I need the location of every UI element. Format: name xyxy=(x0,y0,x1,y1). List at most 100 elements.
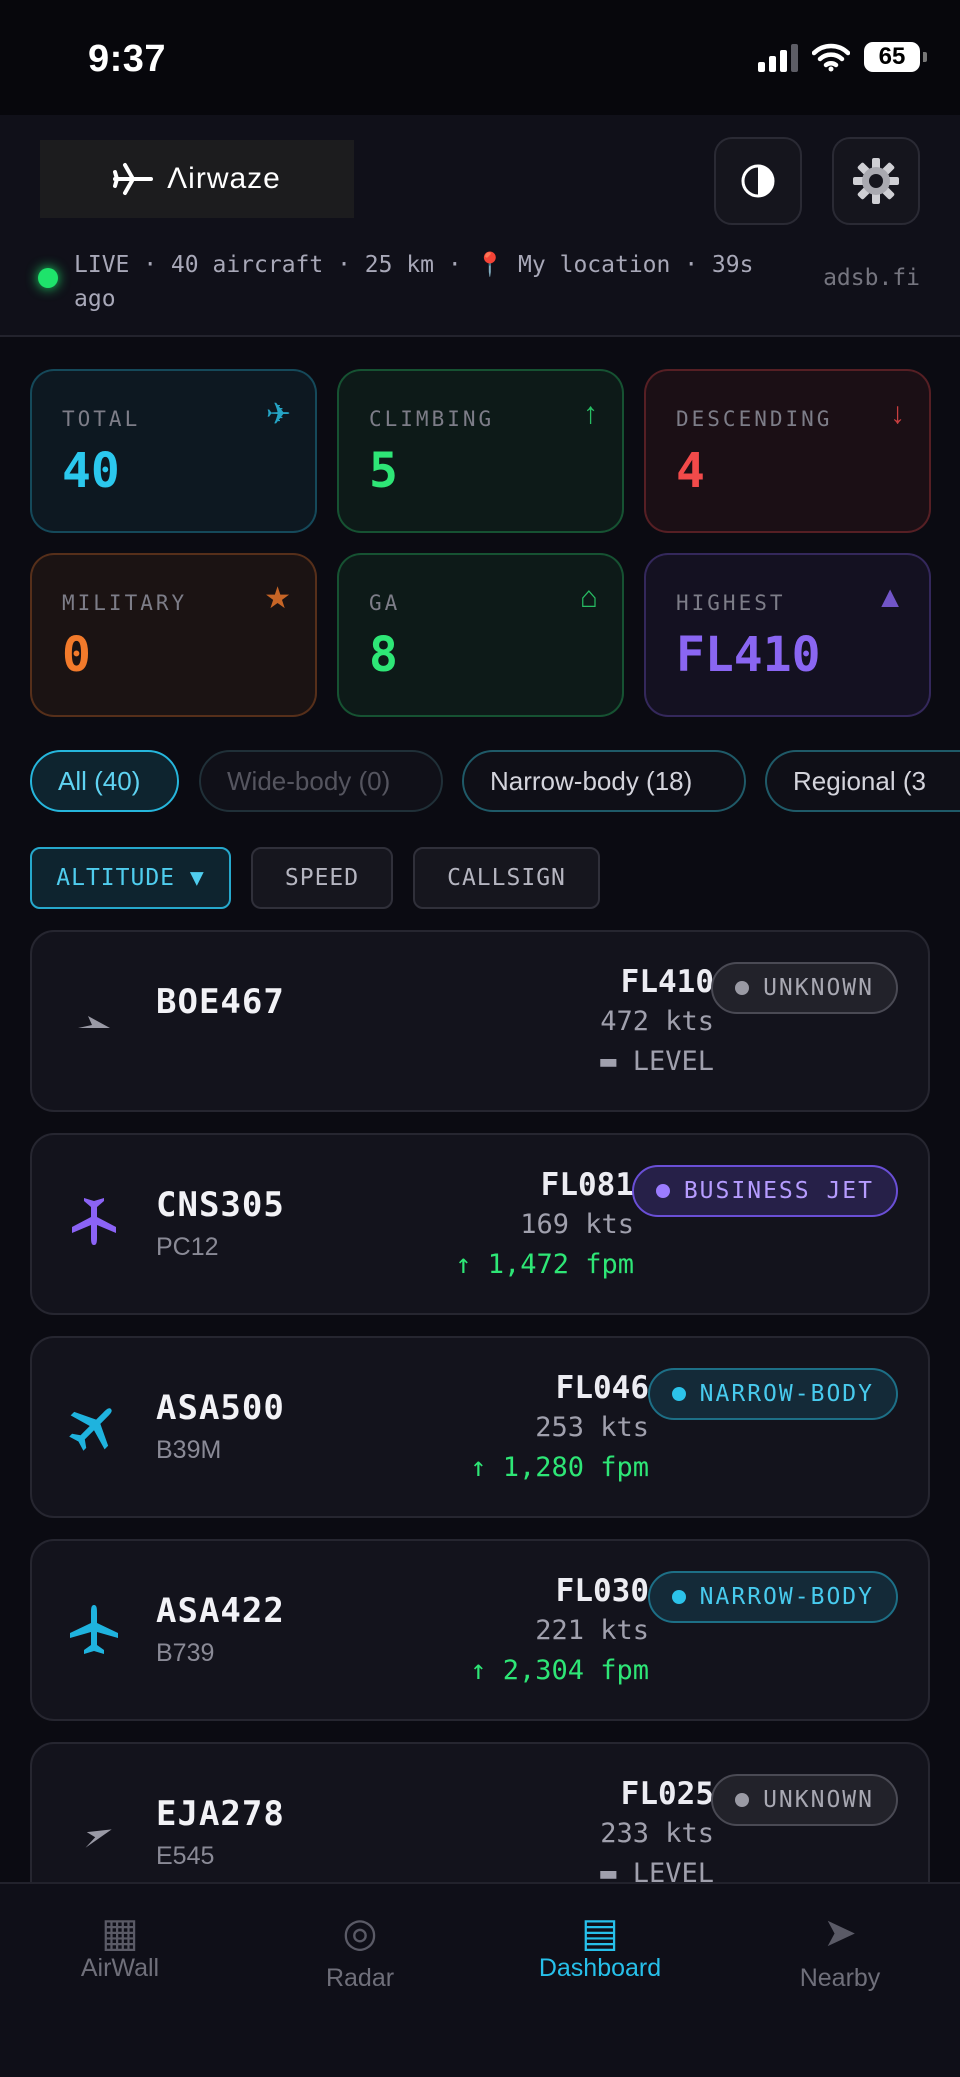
filter-chip-2[interactable]: Wide-body (0) xyxy=(199,750,443,812)
flight-stats: FL046 253 kts ↑ 1,280 fpm xyxy=(470,1368,649,1488)
aircraft-card[interactable]: BOE467 FL410 472 kts ▬ LEVEL UNKNOWN xyxy=(30,930,930,1112)
live-status: LIVE · 40 aircraft · 25 km · 📍 My locati… xyxy=(38,248,758,316)
ground-speed: 169 kts xyxy=(520,1209,634,1240)
sort-button-1[interactable]: ALTITUDE ▼ xyxy=(30,847,231,909)
callsign: CNS305 xyxy=(156,1185,285,1225)
stat-label: CLIMBING xyxy=(369,407,495,431)
aircraft-type: B739 xyxy=(156,1639,215,1667)
badge-label: NARROW-BODY xyxy=(699,1381,874,1407)
radar-icon: ◎ xyxy=(342,1911,378,1955)
arrow-up-icon: ↑ xyxy=(583,397,598,430)
vertical-speed: ↑ 1,280 fpm xyxy=(470,1452,649,1483)
stat-value: 8 xyxy=(369,627,398,683)
stat-label: MILITARY xyxy=(62,591,188,615)
vertical-speed: ▬ LEVEL xyxy=(600,1046,714,1077)
status-bar: 9:37 65 xyxy=(0,0,960,115)
stat-label: TOTAL xyxy=(62,407,141,431)
wifi-icon xyxy=(812,43,850,72)
sort-button-3[interactable]: CALLSIGN xyxy=(413,847,600,909)
settings-button[interactable] xyxy=(832,137,920,225)
filter-chip-3[interactable]: Narrow-body (18) xyxy=(462,750,746,812)
stat-card-military[interactable]: MILITARY 0 ★ xyxy=(30,553,317,717)
battery-icon: 65 xyxy=(864,42,927,72)
badge-label: UNKNOWN xyxy=(763,975,874,1001)
filter-chip-4[interactable]: Regional (3 xyxy=(765,750,960,812)
stat-card-highest[interactable]: HIGHEST FL410 ▲ xyxy=(644,553,931,717)
ground-speed: 472 kts xyxy=(600,1006,714,1037)
aircraft-card[interactable]: CNS305 PC12 FL081 169 kts ↑ 1,472 fpm BUSINES… xyxy=(30,1133,930,1315)
status-time: 9:37 xyxy=(88,38,167,80)
stat-card-total[interactable]: TOTAL 40 ✈ xyxy=(30,369,317,533)
live-indicator xyxy=(38,268,58,288)
theme-toggle-button[interactable] xyxy=(714,137,802,225)
flight-stats: FL030 221 kts ↑ 2,304 fpm xyxy=(470,1571,649,1691)
badge-dot xyxy=(735,1793,750,1807)
tab-nearby[interactable]: ➤ Nearby xyxy=(720,1884,960,2034)
stat-value: 5 xyxy=(369,443,398,499)
aircraft-list[interactable]: BOE467 FL410 472 kts ▬ LEVEL UNKNOWN CNS305 PC… xyxy=(0,930,960,1882)
badge-label: BUSINESS JET xyxy=(683,1178,874,1204)
tab-dashboard[interactable]: ▤ Dashboard xyxy=(480,1884,720,2034)
aircraft-type: E545 xyxy=(156,1842,215,1870)
flight-level: FL046 xyxy=(555,1370,649,1406)
stat-value: 4 xyxy=(676,443,705,499)
arrow-icon xyxy=(66,992,122,1048)
data-source[interactable]: adsb.fi xyxy=(823,265,920,291)
flight-stats: FL410 472 kts ▬ LEVEL xyxy=(600,962,714,1082)
stat-card-ga[interactable]: GA 8 ⌂ xyxy=(337,553,624,717)
aircraft-type: PC12 xyxy=(156,1233,219,1261)
vertical-speed: ▬ LEVEL xyxy=(600,1858,714,1882)
stat-label: DESCENDING xyxy=(676,407,833,431)
category-badge: NARROW-BODY xyxy=(647,1368,898,1420)
aircraft-card[interactable]: ASA422 B739 FL030 221 kts ↑ 2,304 fpm NARROW-… xyxy=(30,1539,930,1721)
tab-bar: ▦ AirWall ◎ Radar ▤ Dashboard ➤ Nearby xyxy=(0,1882,960,2077)
badge-dot xyxy=(671,1590,686,1604)
flight-level: FL081 xyxy=(540,1167,634,1203)
ground-speed: 221 kts xyxy=(535,1615,649,1646)
arrow-down-icon: ↓ xyxy=(890,397,905,430)
filter-chip-1[interactable]: All (40) xyxy=(30,750,179,812)
category-badge: BUSINESS JET xyxy=(631,1165,898,1217)
ground-speed: 233 kts xyxy=(600,1818,714,1849)
badge-dot xyxy=(735,981,750,995)
app-logo[interactable]: Λirwaze xyxy=(40,140,354,218)
tab-label: Nearby xyxy=(799,1964,881,1992)
stat-label: HIGHEST xyxy=(676,591,786,615)
category-badge: UNKNOWN xyxy=(711,962,898,1014)
tab-radar[interactable]: ◎ Radar xyxy=(240,1884,480,2034)
arrow-icon xyxy=(66,1804,122,1860)
tab-label: AirWall xyxy=(80,1954,160,1982)
vertical-speed: ↑ 1,472 fpm xyxy=(455,1249,634,1280)
app-header: Λirwaze LIVE · 40 aircraft · 25 km · 📍 M… xyxy=(0,115,960,337)
tab-label: Radar xyxy=(325,1964,395,1992)
stat-card-climbing[interactable]: CLIMBING 5 ↑ xyxy=(337,369,624,533)
callsign: BOE467 xyxy=(156,982,285,1022)
stat-value: 0 xyxy=(62,627,91,683)
half-circle-icon xyxy=(741,164,775,198)
wall-grid-icon: ▦ xyxy=(101,1911,139,1955)
flight-level: FL030 xyxy=(555,1573,649,1609)
sort-button-2[interactable]: SPEED xyxy=(251,847,393,909)
badge-label: UNKNOWN xyxy=(763,1787,874,1813)
callsign: ASA500 xyxy=(156,1388,285,1428)
airliner-icon xyxy=(66,1398,122,1454)
aircraft-card[interactable]: EJA278 E545 FL025 233 kts ▬ LEVEL UNKNOWN xyxy=(30,1742,930,1882)
status-indicators: 65 xyxy=(758,42,927,72)
live-status-text: LIVE · 40 aircraft · 25 km · 📍 My locati… xyxy=(74,252,754,312)
badge-label: NARROW-BODY xyxy=(699,1584,874,1610)
tab-airwall[interactable]: ▦ AirWall xyxy=(0,1884,240,2034)
triangle-icon: ▲ xyxy=(875,581,905,614)
airliner-icon xyxy=(66,1601,122,1657)
aircraft-card[interactable]: ASA500 B39M FL046 253 kts ↑ 1,280 fpm NARROW-… xyxy=(30,1336,930,1518)
flight-stats: FL025 233 kts ▬ LEVEL xyxy=(600,1774,714,1882)
badge-dot xyxy=(655,1184,670,1198)
stat-value: FL410 xyxy=(676,627,821,683)
category-badge: NARROW-BODY xyxy=(647,1571,898,1623)
callsign: ASA422 xyxy=(156,1591,285,1631)
stat-card-descending[interactable]: DESCENDING 4 ↓ xyxy=(644,369,931,533)
flight-level: FL410 xyxy=(620,964,714,1000)
tab-label: Dashboard xyxy=(538,1954,662,1982)
category-badge: UNKNOWN xyxy=(711,1774,898,1826)
flight-level: FL025 xyxy=(620,1776,714,1812)
plane-icon: ✈ xyxy=(265,398,291,431)
